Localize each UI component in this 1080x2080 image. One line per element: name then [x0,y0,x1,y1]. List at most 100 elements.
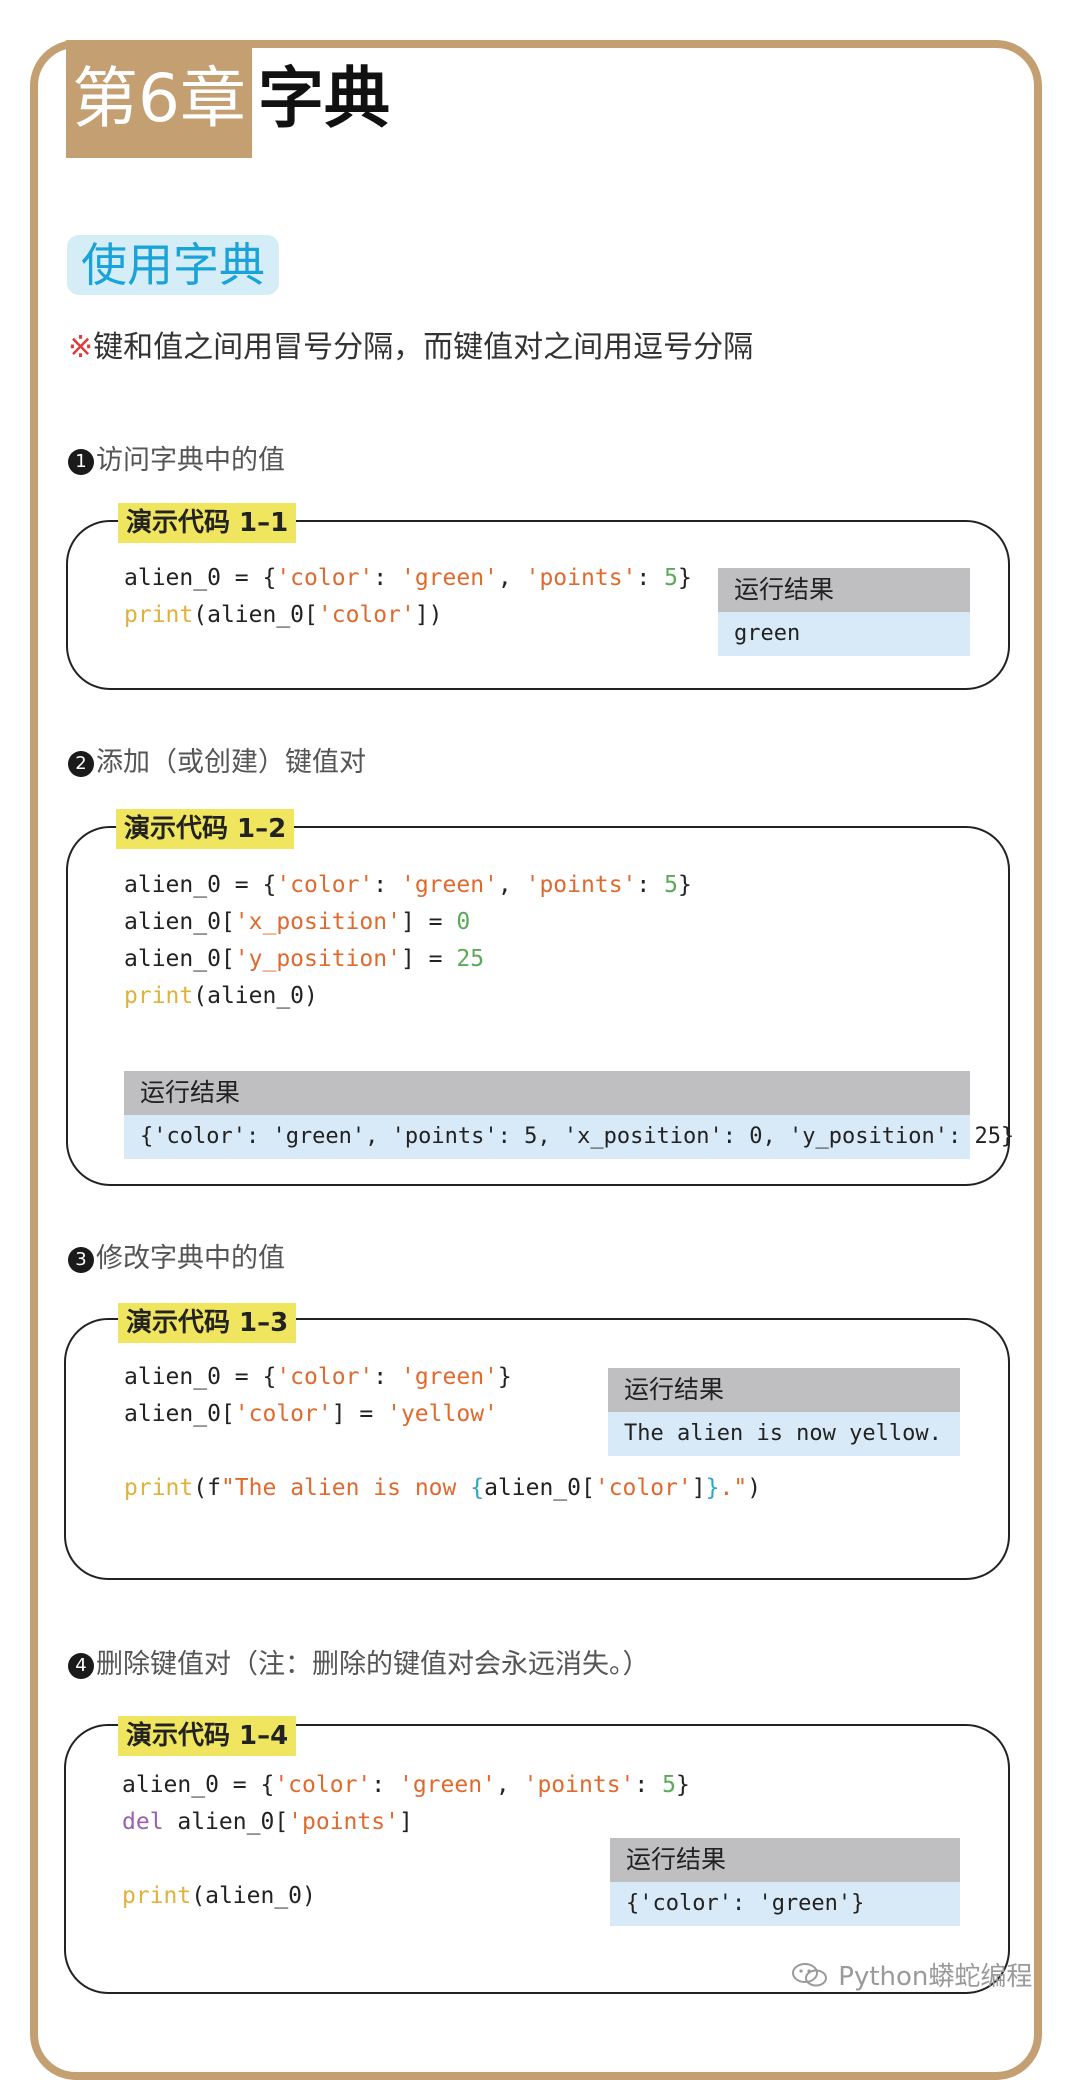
code-token: } [675,1772,690,1798]
code-line: print(alien_0) [122,1883,690,1920]
number-badge: 1 [68,449,94,475]
number-badge: 4 [68,1653,94,1679]
code-token: 'color' [276,565,374,591]
code-token: print [124,983,194,1009]
code-block-4: alien_0 = {'color': 'green', 'points': 5… [122,1772,690,1920]
result-header: 运行结果 [124,1071,970,1115]
wechat-icon [792,1963,827,1987]
result-output: {'color': 'green', 'points': 5, 'x_posit… [124,1115,1014,1159]
result-panel-2: 运行结果 {'color': 'green', 'points': 5, 'x_… [124,1071,1014,1159]
note: ※键和值之间用冒号分隔，而键值对之间用逗号分隔 [68,322,753,366]
code-token: ] = [400,909,457,935]
code-token: alien_0[ [124,946,235,972]
code-token: } [677,872,692,898]
code-token: : [634,1772,663,1798]
code-token: 0 [456,909,471,935]
code-line: alien_0['y_position'] = 25 [124,946,692,983]
code-token: alien_0[ [124,909,235,935]
demo-label-2: 演示代码 1–2 [116,809,295,849]
code-token: alien_0 = { [122,1772,275,1798]
code-line: print(alien_0['color']) [124,602,692,639]
code-token: ) [747,1475,762,1501]
code-token: alien_0 = { [124,1364,277,1390]
code-token: 'green' [400,872,498,898]
subsection-4-title: 4 删除键值对（注：删除的键值对会永远消失。） [68,1642,650,1681]
code-block-1: alien_0 = {'color': 'green', 'points': 5… [124,565,692,639]
code-token: : [373,1364,401,1390]
result-output: {'color': 'green'} [610,1882,960,1926]
code-token: 'points' [525,565,637,591]
code-token: 'green' [398,1772,496,1798]
code-token: alien_0[ [163,1809,289,1835]
code-token: (alien_0) [193,983,318,1009]
demo-label-3: 演示代码 1–3 [118,1303,297,1343]
subsection-title-text: 添加（或创建）键值对 [96,747,366,778]
code-token: print [124,1475,194,1501]
chapter-badge: 第6章 [66,40,252,158]
code-block-2: alien_0 = {'color': 'green', 'points': 5… [124,872,692,1020]
code-token: 5 [662,1772,676,1798]
code-token: print [124,602,194,628]
result-header: 运行结果 [610,1838,960,1882]
code-token: ] [691,1475,706,1501]
code-token: (f [193,1475,221,1501]
code-token: 'y_position' [234,946,401,972]
code-token: 'points' [525,872,637,898]
code-line: alien_0 = {'color': 'green', 'points': 5… [124,872,692,909]
code-token: 'green' [400,565,498,591]
code-token: 'yellow' [387,1401,498,1427]
code-token: (alien_0[ [193,602,318,628]
code-token: : [371,1772,399,1798]
code-token: 'x_position' [234,909,401,935]
result-output: green [718,612,970,656]
code-token: { [470,1475,485,1501]
code-token: 'green' [400,1364,498,1390]
code-token: } [705,1475,720,1501]
code-token: 25 [456,946,485,972]
code-token: : [636,565,665,591]
code-line: print(alien_0) [124,983,692,1020]
code-line: del alien_0['points'] [122,1809,690,1846]
code-token: : [636,872,665,898]
watermark: Python蟒蛇编程 [790,1956,1032,1993]
code-token: , [497,872,526,898]
subsection-3-title: 3 修改字典中的值 [68,1236,285,1275]
subsection-title-text: 访问字典中的值 [96,445,285,476]
code-token: ] = [400,946,457,972]
code-token: "The alien is now [220,1475,471,1501]
demo-label-1: 演示代码 1–1 [118,503,297,543]
note-mark: ※ [68,330,94,365]
code-token: alien_0[ [124,1401,235,1427]
watermark-text: Python蟒蛇编程 [838,1962,1033,1992]
result-panel-1: 运行结果 green [718,568,970,656]
code-token: ] = [331,1401,388,1427]
code-line: alien_0 = {'color': 'green', 'points': 5… [122,1772,690,1809]
demo-label-4: 演示代码 1–4 [118,1716,297,1756]
number-badge: 2 [68,751,94,777]
code-token: 'color' [274,1772,372,1798]
chapter-title: 字典 [258,60,390,137]
result-header: 运行结果 [718,568,970,612]
code-token: alien_0 = { [124,565,277,591]
code-line: alien_0['x_position'] = 0 [124,909,692,946]
subsection-title-text: 修改字典中的值 [96,1243,285,1274]
subsection-1-title: 1 访问字典中的值 [68,438,285,477]
code-token: 'color' [594,1475,692,1501]
code-token: , [495,1772,524,1798]
subsection-2-title: 2 添加（或创建）键值对 [68,740,366,779]
code-token: 'color' [317,602,415,628]
result-header: 运行结果 [608,1368,960,1412]
code-token: : [373,872,401,898]
code-token: ." [719,1475,748,1501]
code-token: 'points' [523,1772,635,1798]
number-badge: 3 [68,1247,94,1273]
subsection-title-text: 删除键值对（注：删除的键值对会永远消失。） [96,1649,650,1680]
code-token: } [497,1364,512,1390]
code-token: 'points' [288,1809,399,1835]
result-panel-3: 运行结果 The alien is now yellow. [608,1368,960,1456]
code-token: alien_0 = { [124,872,277,898]
result-panel-4: 运行结果 {'color': 'green'} [610,1838,960,1926]
code-line: alien_0 = {'color': 'green', 'points': 5… [124,565,692,602]
code-token: : [373,565,401,591]
